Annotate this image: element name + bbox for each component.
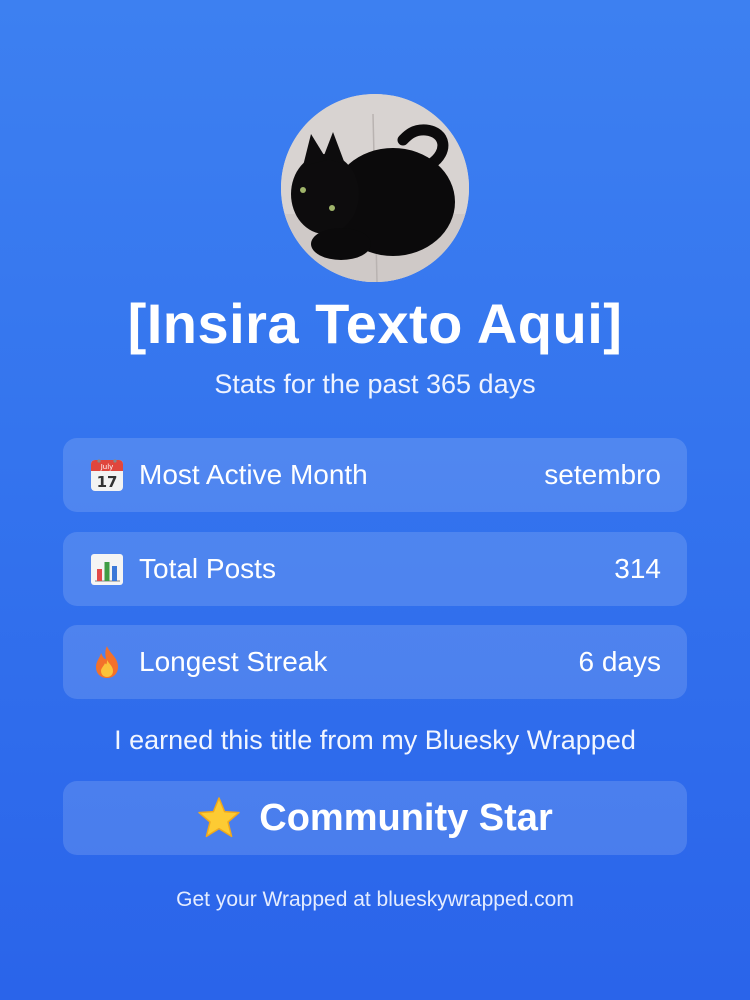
profile-name: [Insira Texto Aqui] bbox=[127, 292, 623, 355]
calendar-icon-day: 17 bbox=[97, 473, 118, 491]
fire-icon bbox=[89, 644, 125, 680]
footer-text: Get your Wrapped at blueskywrapped.com bbox=[176, 888, 574, 911]
stats-subtitle: Stats for the past 365 days bbox=[214, 369, 536, 399]
calendar-icon: July 17 bbox=[89, 457, 125, 493]
calendar-icon-month: July bbox=[100, 463, 114, 471]
cat-photo bbox=[281, 94, 469, 282]
star-icon bbox=[197, 796, 241, 840]
stat-value: 314 bbox=[614, 553, 661, 584]
title-badge: Community Star bbox=[63, 781, 687, 855]
stat-longest-streak: Longest Streak 6 days bbox=[63, 625, 687, 699]
stat-label: Most Active Month bbox=[139, 459, 368, 490]
stat-total-posts: Total Posts 314 bbox=[63, 532, 687, 606]
stat-value: setembro bbox=[544, 459, 661, 490]
stat-most-active-month: July 17 Most Active Month setembro bbox=[63, 438, 687, 512]
stat-label: Total Posts bbox=[139, 553, 276, 584]
stat-label: Longest Streak bbox=[139, 646, 328, 677]
stat-value: 6 days bbox=[578, 646, 662, 677]
bar-chart-icon bbox=[89, 551, 125, 587]
earned-text: I earned this title from my Bluesky Wrap… bbox=[114, 725, 636, 755]
avatar bbox=[281, 94, 469, 282]
title-label: Community Star bbox=[259, 796, 553, 839]
